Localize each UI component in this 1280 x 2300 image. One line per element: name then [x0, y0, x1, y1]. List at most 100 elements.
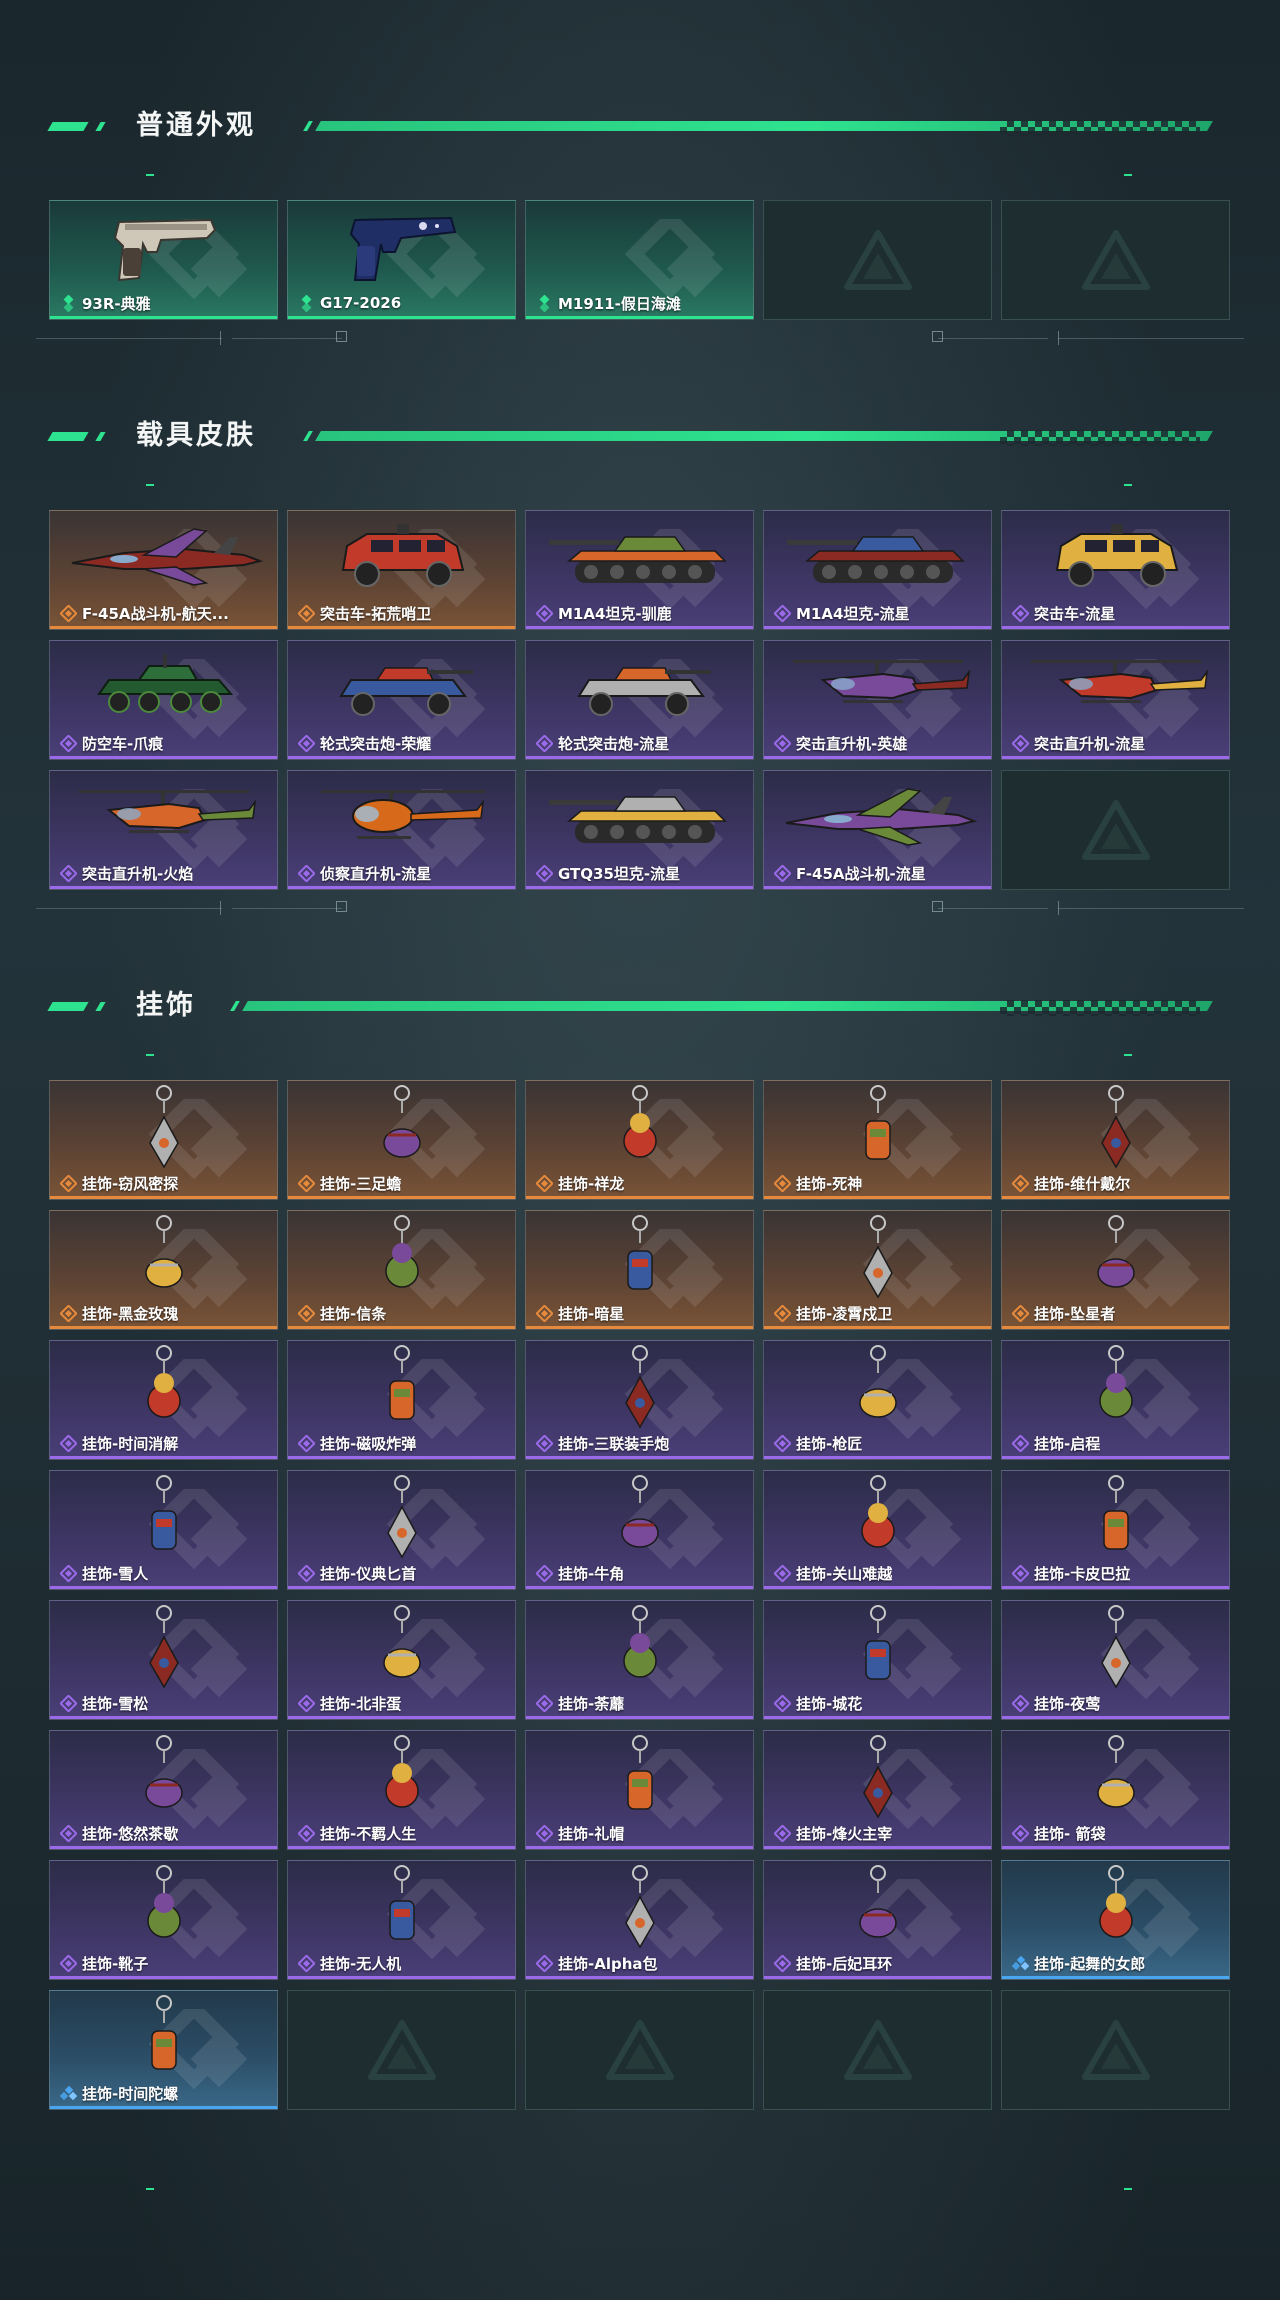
- item-card[interactable]: 挂饰-荼蘼: [525, 1600, 754, 1720]
- item-card[interactable]: 挂饰-北非蛋: [287, 1600, 516, 1720]
- item-card[interactable]: GTQ35坦克-流星: [525, 770, 754, 890]
- charm-icon: [388, 1345, 415, 1420]
- item-card[interactable]: 挂饰-城花: [763, 1600, 992, 1720]
- charm-icon: [864, 1085, 891, 1160]
- rarity-icon: [536, 1434, 553, 1452]
- rarity-icon: [298, 1434, 315, 1452]
- item-card[interactable]: 93R-典雅: [49, 200, 278, 320]
- item-card[interactable]: 突击直升机-英雄: [763, 640, 992, 760]
- item-card[interactable]: 挂饰-时间陀螺: [49, 1990, 278, 2110]
- item-card[interactable]: 挂饰-夜莺: [1001, 1600, 1230, 1720]
- item-name: 挂饰-三联装手炮: [558, 1434, 670, 1453]
- item-name: 挂饰-后妃耳环: [796, 1954, 893, 1973]
- item-card[interactable]: 挂饰-三足蟾: [287, 1080, 516, 1200]
- item-card[interactable]: 挂饰-礼帽: [525, 1730, 754, 1850]
- scout-helicopter-icon: [320, 790, 485, 839]
- item-label-row: M1A4坦克-驯鹿: [536, 603, 746, 623]
- item-card[interactable]: 挂饰-不羁人生: [287, 1730, 516, 1850]
- header-accent-bar: [95, 122, 106, 131]
- empty-slot: [1001, 770, 1230, 890]
- item-card[interactable]: 挂饰-后妃耳环: [763, 1860, 992, 1980]
- item-card[interactable]: 挂饰-坠星者: [1001, 1210, 1230, 1330]
- item-card[interactable]: F-45A战斗机-流星: [763, 770, 992, 890]
- item-grid: 挂饰-窃风密探 挂饰-三足蟾 挂饰-祥龙 挂饰-死神 挂饰-维什戴尔 挂饰-黑金玫瑰 挂饰-…: [49, 1080, 1230, 2110]
- item-card[interactable]: F-45A战斗机-航天...: [49, 510, 278, 630]
- item-card[interactable]: 挂饰-信条: [287, 1210, 516, 1330]
- section-title: 普通外观: [136, 110, 256, 141]
- item-label-row: 挂饰-不羁人生: [298, 1823, 508, 1843]
- item-card[interactable]: 挂饰-雪人: [49, 1470, 278, 1590]
- item-label-row: 挂饰-时间消解: [60, 1433, 270, 1453]
- item-label-row: 突击车-流星: [1012, 603, 1222, 623]
- header-checker-pattern: [1000, 1000, 1200, 1016]
- item-card[interactable]: 轮式突击炮-流星: [525, 640, 754, 760]
- item-name: 挂饰-凌霄戍卫: [796, 1304, 893, 1323]
- item-card[interactable]: 挂饰-启程: [1001, 1340, 1230, 1460]
- item-card[interactable]: 挂饰-起舞的女郎: [1001, 1860, 1230, 1980]
- item-card[interactable]: 挂饰- 箭袋: [1001, 1730, 1230, 1850]
- item-card[interactable]: 挂饰-窃风密探: [49, 1080, 278, 1200]
- rarity-icon: [60, 1824, 77, 1842]
- item-image: [764, 1603, 991, 1693]
- section-header: 载具皮肤: [0, 418, 1280, 486]
- item-card[interactable]: 挂饰-三联装手炮: [525, 1340, 754, 1460]
- item-card[interactable]: 突击车-拓荒哨卫: [287, 510, 516, 630]
- item-card[interactable]: M1911-假日海滩: [525, 200, 754, 320]
- item-card[interactable]: 防空车-爪痕: [49, 640, 278, 760]
- item-card[interactable]: 挂饰-牛角: [525, 1470, 754, 1590]
- item-label-row: 挂饰-后妃耳环: [774, 1953, 984, 1973]
- item-card[interactable]: 挂饰-磁吸炸弹: [287, 1340, 516, 1460]
- item-image: [1002, 1733, 1229, 1823]
- item-card[interactable]: M1A4坦克-驯鹿: [525, 510, 754, 630]
- item-card[interactable]: 挂饰-雪松: [49, 1600, 278, 1720]
- item-card[interactable]: 挂饰-烽火主宰: [763, 1730, 992, 1850]
- charm-icon: [862, 1215, 893, 1299]
- charm-icon: [622, 1605, 657, 1678]
- rarity-icon: [774, 1824, 791, 1842]
- rarity-icon: [298, 1694, 315, 1712]
- item-card[interactable]: 挂饰-枪匠: [763, 1340, 992, 1460]
- rarity-icon: [1012, 1434, 1029, 1452]
- item-grid: 93R-典雅 G17-2026 M1911-假日海滩: [49, 200, 1230, 320]
- empty-slot: [1001, 1990, 1230, 2110]
- item-card[interactable]: 挂饰-悠然茶歇: [49, 1730, 278, 1850]
- item-label-row: 突击直升机-流星: [1012, 733, 1222, 753]
- item-card[interactable]: 挂饰-时间消解: [49, 1340, 278, 1460]
- item-card[interactable]: 挂饰-暗星: [525, 1210, 754, 1330]
- charm-icon: [1102, 1475, 1129, 1550]
- charm-icon: [382, 1605, 421, 1678]
- item-card[interactable]: M1A4坦克-流星: [763, 510, 992, 630]
- item-card[interactable]: 挂饰-靴子: [49, 1860, 278, 1980]
- charm-icon: [1096, 1215, 1135, 1288]
- item-card[interactable]: 挂饰-黑金玫瑰: [49, 1210, 278, 1330]
- item-card[interactable]: 挂饰-卡皮巴拉: [1001, 1470, 1230, 1590]
- item-card[interactable]: 轮式突击炮-荣耀: [287, 640, 516, 760]
- item-card[interactable]: 挂饰-关山难越: [763, 1470, 992, 1590]
- item-card[interactable]: 侦察直升机-流星: [287, 770, 516, 890]
- item-image: [50, 1473, 277, 1563]
- header-accent-bar: [47, 122, 89, 131]
- item-label-row: 挂饰-仪典匕首: [298, 1563, 508, 1583]
- item-card[interactable]: 挂饰-无人机: [287, 1860, 516, 1980]
- item-card[interactable]: 挂饰-凌霄戍卫: [763, 1210, 992, 1330]
- item-image: [764, 1213, 991, 1303]
- item-card[interactable]: 挂饰-仪典匕首: [287, 1470, 516, 1590]
- item-card[interactable]: G17-2026: [287, 200, 516, 320]
- item-name: 挂饰-不羁人生: [320, 1824, 417, 1843]
- item-card[interactable]: 突击直升机-流星: [1001, 640, 1230, 760]
- item-label-row: 挂饰-悠然茶歇: [60, 1823, 270, 1843]
- item-card[interactable]: 挂饰-Alpha包: [525, 1860, 754, 1980]
- charm-icon: [384, 1735, 419, 1808]
- item-card[interactable]: 挂饰-死神: [763, 1080, 992, 1200]
- item-card[interactable]: 突击车-流星: [1001, 510, 1230, 630]
- item-card[interactable]: 挂饰-祥龙: [525, 1080, 754, 1200]
- rarity-icon: [536, 864, 553, 882]
- tank-icon: [786, 536, 965, 583]
- rarity-icon: [536, 734, 553, 752]
- charm-icon: [1100, 1605, 1131, 1689]
- item-card[interactable]: 突击直升机-火焰: [49, 770, 278, 890]
- rarity-icon: [298, 1564, 315, 1582]
- divider-box: [932, 901, 943, 912]
- item-name: M1A4坦克-驯鹿: [558, 604, 672, 623]
- item-card[interactable]: 挂饰-维什戴尔: [1001, 1080, 1230, 1200]
